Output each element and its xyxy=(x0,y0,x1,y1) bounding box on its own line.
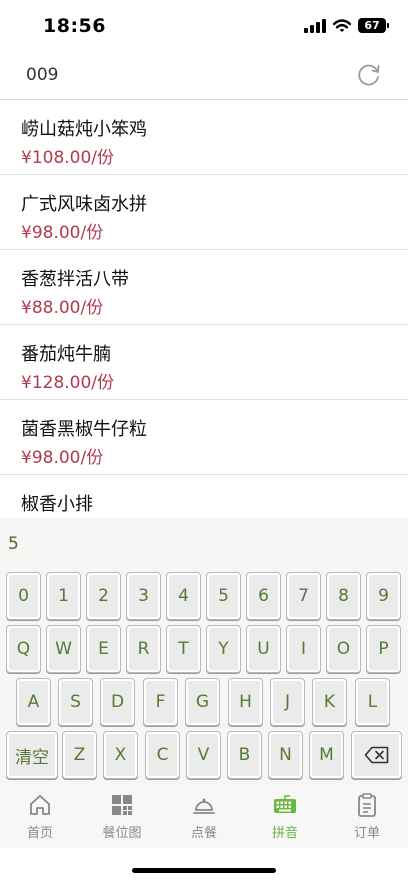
key-g[interactable]: G xyxy=(185,678,220,726)
wifi-icon xyxy=(333,18,351,32)
tab-orders[interactable]: 订单 xyxy=(327,792,407,846)
header: 009 xyxy=(0,54,408,100)
refresh-icon xyxy=(358,64,380,86)
clipboard-icon xyxy=(358,793,376,817)
key-x[interactable]: X xyxy=(103,731,138,779)
backspace-icon xyxy=(364,746,388,764)
tab-table-map[interactable]: 餐位图 xyxy=(82,792,162,846)
status-bar: 18:56 67 xyxy=(0,0,408,54)
keyboard-input-display: 5 xyxy=(8,534,19,554)
key-p[interactable]: P xyxy=(366,625,401,673)
key-e[interactable]: E xyxy=(86,625,121,673)
key-6[interactable]: 6 xyxy=(246,572,281,620)
table-number: 009 xyxy=(26,65,59,85)
dish-price: ¥98.00/份 xyxy=(21,448,104,468)
key-4[interactable]: 4 xyxy=(166,572,201,620)
dish-name: 菌香黑椒牛仔粒 xyxy=(21,419,147,440)
key-k[interactable]: K xyxy=(312,678,347,726)
key-j[interactable]: J xyxy=(270,678,305,726)
dish-list: 崂山菇炖小笨鸡 ¥108.00/份 广式风味卤水拼 ¥98.00/份 香葱拌活八… xyxy=(0,100,408,518)
key-l[interactable]: L xyxy=(355,678,390,726)
keyboard-icon xyxy=(274,795,296,813)
tab-bar: 首页 餐位图 点餐 拼音 订单 xyxy=(0,786,408,848)
service-bell-icon xyxy=(193,798,215,814)
list-item[interactable]: 香葱拌活八带 ¥88.00/份 xyxy=(0,250,408,325)
dish-name: 广式风味卤水拼 xyxy=(21,194,147,215)
key-1[interactable]: 1 xyxy=(46,572,81,620)
key-o[interactable]: O xyxy=(326,625,361,673)
key-b[interactable]: B xyxy=(227,731,262,779)
dish-price: ¥98.00/份 xyxy=(21,223,104,243)
key-2[interactable]: 2 xyxy=(86,572,121,620)
key-t[interactable]: T xyxy=(166,625,201,673)
grid-icon xyxy=(112,795,132,815)
dish-name: 崂山菇炖小笨鸡 xyxy=(21,119,147,140)
key-v[interactable]: V xyxy=(186,731,221,779)
dish-name: 椒香小排 xyxy=(21,494,93,515)
tab-label: 拼音 xyxy=(271,826,298,841)
key-q[interactable]: Q xyxy=(6,625,41,673)
key-h[interactable]: H xyxy=(228,678,263,726)
list-item[interactable]: 番茄炖牛腩 ¥128.00/份 xyxy=(0,325,408,400)
home-icon xyxy=(30,795,50,815)
status-icons: 67 xyxy=(304,18,389,33)
key-r[interactable]: R xyxy=(126,625,161,673)
dish-price: ¥88.00/份 xyxy=(21,298,104,318)
tab-home[interactable]: 首页 xyxy=(0,792,80,846)
key-8[interactable]: 8 xyxy=(326,572,361,620)
list-item[interactable]: 广式风味卤水拼 ¥98.00/份 xyxy=(0,175,408,250)
key-u[interactable]: U xyxy=(246,625,281,673)
list-item[interactable]: 椒香小排 xyxy=(0,475,408,518)
dish-price: ¥108.00/份 xyxy=(21,148,115,168)
key-w[interactable]: W xyxy=(46,625,81,673)
key-y[interactable]: Y xyxy=(206,625,241,673)
key-z[interactable]: Z xyxy=(62,731,97,779)
key-7[interactable]: 7 xyxy=(286,572,321,620)
key-d[interactable]: D xyxy=(100,678,135,726)
key-0[interactable]: 0 xyxy=(6,572,41,620)
key-n[interactable]: N xyxy=(268,731,303,779)
key-a[interactable]: A xyxy=(16,678,51,726)
refresh-button[interactable] xyxy=(356,62,382,88)
tab-pinyin[interactable]: 拼音 xyxy=(245,792,325,846)
signal-icon xyxy=(304,18,326,33)
tab-label: 首页 xyxy=(26,826,53,841)
key-s[interactable]: S xyxy=(58,678,93,726)
dish-price: ¥128.00/份 xyxy=(21,373,115,393)
key-i[interactable]: I xyxy=(286,625,321,673)
key-3[interactable]: 3 xyxy=(126,572,161,620)
key-m[interactable]: M xyxy=(309,731,344,779)
clear-button[interactable]: 清空 xyxy=(6,731,58,779)
status-time: 18:56 xyxy=(43,15,106,37)
tab-label: 点餐 xyxy=(190,826,217,841)
battery-icon: 67 xyxy=(358,18,389,33)
tab-label: 订单 xyxy=(353,826,380,841)
tab-order-food[interactable]: 点餐 xyxy=(164,792,244,846)
backspace-button[interactable] xyxy=(351,731,402,779)
key-5[interactable]: 5 xyxy=(206,572,241,620)
pinyin-keyboard: 5 0 1 2 3 4 5 6 7 8 9 Q W E R T Y U I O … xyxy=(0,518,408,786)
tab-label: 餐位图 xyxy=(102,826,142,841)
dish-name: 香葱拌活八带 xyxy=(21,269,129,290)
list-item[interactable]: 崂山菇炖小笨鸡 ¥108.00/份 xyxy=(0,100,408,175)
key-f[interactable]: F xyxy=(143,678,178,726)
key-9[interactable]: 9 xyxy=(366,572,401,620)
dish-name: 番茄炖牛腩 xyxy=(21,344,111,365)
list-item[interactable]: 菌香黑椒牛仔粒 ¥98.00/份 xyxy=(0,400,408,475)
home-indicator xyxy=(132,868,276,873)
key-c[interactable]: C xyxy=(145,731,180,779)
